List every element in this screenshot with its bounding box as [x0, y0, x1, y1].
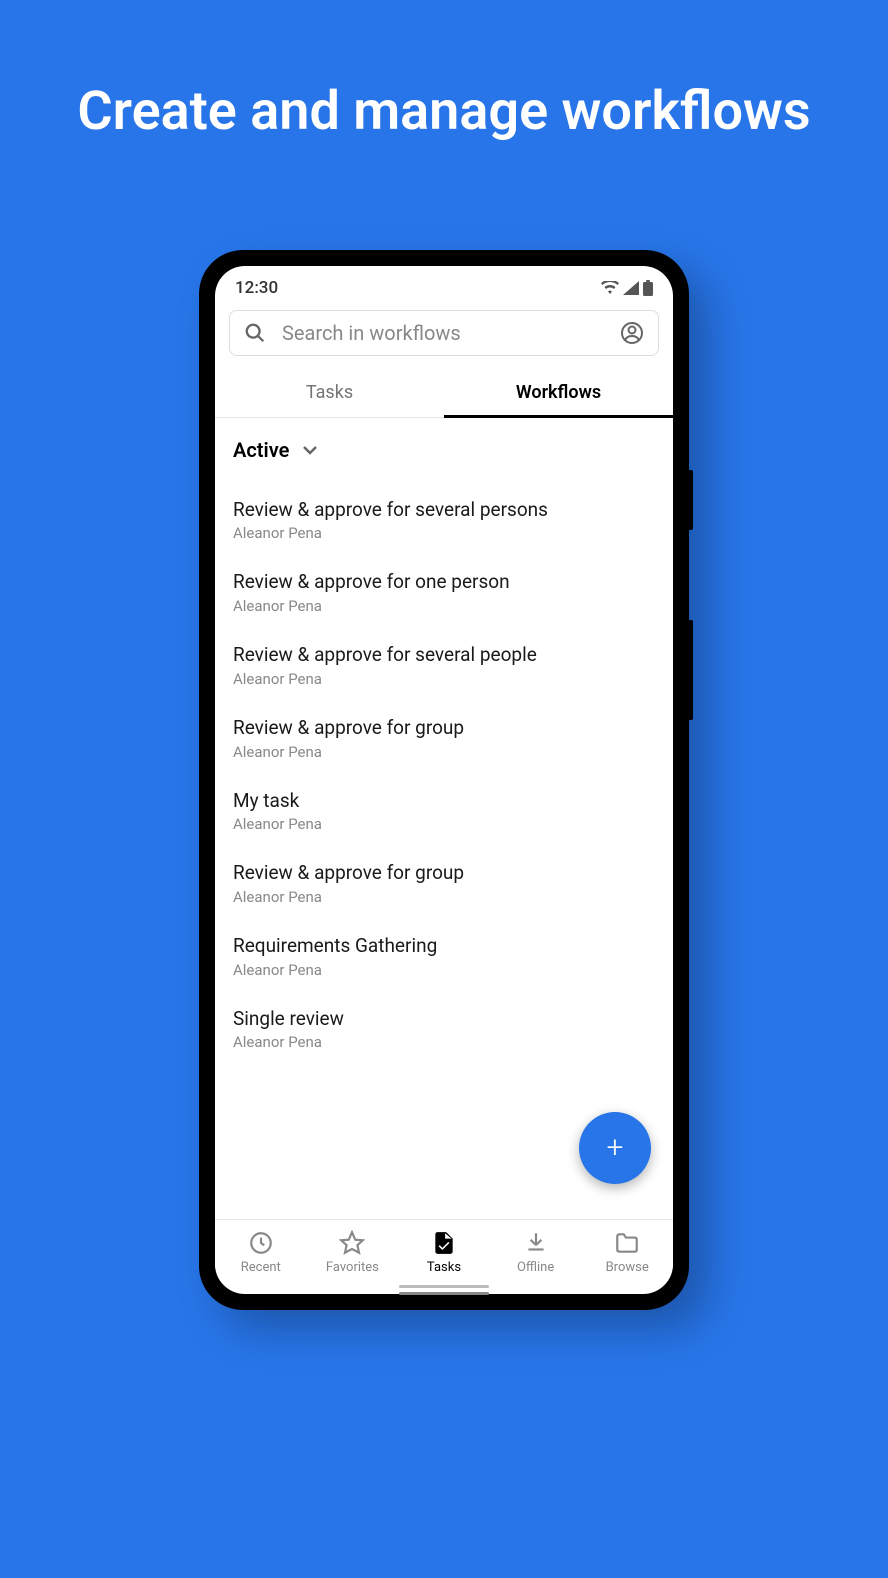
nav-browse[interactable]: Browse: [581, 1230, 673, 1275]
item-title: Review & approve for group: [233, 861, 655, 886]
list-item[interactable]: Review & approve for several persons Ale…: [233, 484, 655, 557]
item-title: Review & approve for several people: [233, 643, 655, 668]
nav-label: Tasks: [427, 1260, 461, 1275]
nav-label: Offline: [517, 1260, 554, 1275]
item-title: Single review: [233, 1007, 655, 1032]
phone-side-button: [689, 470, 693, 530]
item-author: Aleanor Pena: [233, 524, 655, 542]
item-author: Aleanor Pena: [233, 961, 655, 979]
item-title: Requirements Gathering: [233, 934, 655, 959]
plus-icon: +: [607, 1133, 624, 1163]
folder-icon: [614, 1230, 640, 1256]
status-bar: 12:30: [215, 266, 673, 306]
phone-screen: 12:30: [215, 266, 673, 1294]
download-icon: [523, 1230, 549, 1256]
tasks-icon: [431, 1230, 457, 1256]
item-title: Review & approve for one person: [233, 570, 655, 595]
phone-frame: 12:30: [199, 250, 689, 1310]
star-icon: [339, 1230, 365, 1256]
item-author: Aleanor Pena: [233, 815, 655, 833]
list-item[interactable]: Review & approve for one person Aleanor …: [233, 556, 655, 629]
nav-label: Recent: [241, 1260, 281, 1275]
nav-label: Browse: [606, 1260, 649, 1275]
list-item[interactable]: My task Aleanor Pena: [233, 775, 655, 848]
nav-offline[interactable]: Offline: [490, 1230, 582, 1275]
nav-recent[interactable]: Recent: [215, 1230, 307, 1275]
list-item[interactable]: Requirements Gathering Aleanor Pena: [233, 920, 655, 993]
item-author: Aleanor Pena: [233, 597, 655, 615]
item-author: Aleanor Pena: [233, 1033, 655, 1051]
promo-title: Create and manage workflows: [77, 80, 810, 145]
list-item[interactable]: Single review Aleanor Pena: [233, 993, 655, 1066]
tab-workflows[interactable]: Workflows: [444, 368, 673, 417]
tabs: Tasks Workflows: [215, 368, 673, 418]
item-author: Aleanor Pena: [233, 743, 655, 761]
status-time: 12:30: [235, 278, 278, 298]
item-title: Review & approve for several persons: [233, 498, 655, 523]
search-container: [215, 306, 673, 368]
home-indicator: [399, 1285, 489, 1288]
nav-label: Favorites: [326, 1260, 379, 1275]
tab-tasks[interactable]: Tasks: [215, 368, 444, 417]
list-item[interactable]: Review & approve for group Aleanor Pena: [233, 847, 655, 920]
item-author: Aleanor Pena: [233, 888, 655, 906]
clock-icon: [248, 1230, 274, 1256]
search-input[interactable]: [282, 321, 604, 345]
phone-side-button: [689, 620, 693, 720]
nav-tasks[interactable]: Tasks: [398, 1230, 490, 1275]
search-bar[interactable]: [229, 310, 659, 356]
item-title: Review & approve for group: [233, 716, 655, 741]
list-item[interactable]: Review & approve for group Aleanor Pena: [233, 702, 655, 775]
chevron-down-icon: [301, 444, 319, 456]
filter-dropdown[interactable]: Active: [215, 418, 673, 474]
item-title: My task: [233, 789, 655, 814]
add-workflow-button[interactable]: +: [579, 1112, 651, 1184]
wifi-icon: [601, 281, 619, 295]
bottom-nav: Recent Favorites Tasks: [215, 1219, 673, 1283]
battery-icon: [643, 280, 653, 296]
workflow-list[interactable]: Review & approve for several persons Ale…: [215, 474, 673, 1219]
user-avatar-icon[interactable]: [620, 321, 644, 345]
signal-icon: [623, 281, 639, 295]
nav-favorites[interactable]: Favorites: [307, 1230, 399, 1275]
filter-label: Active: [233, 438, 289, 462]
status-icons: [601, 280, 653, 296]
item-author: Aleanor Pena: [233, 670, 655, 688]
list-item[interactable]: Review & approve for several people Alea…: [233, 629, 655, 702]
search-icon: [244, 322, 266, 344]
